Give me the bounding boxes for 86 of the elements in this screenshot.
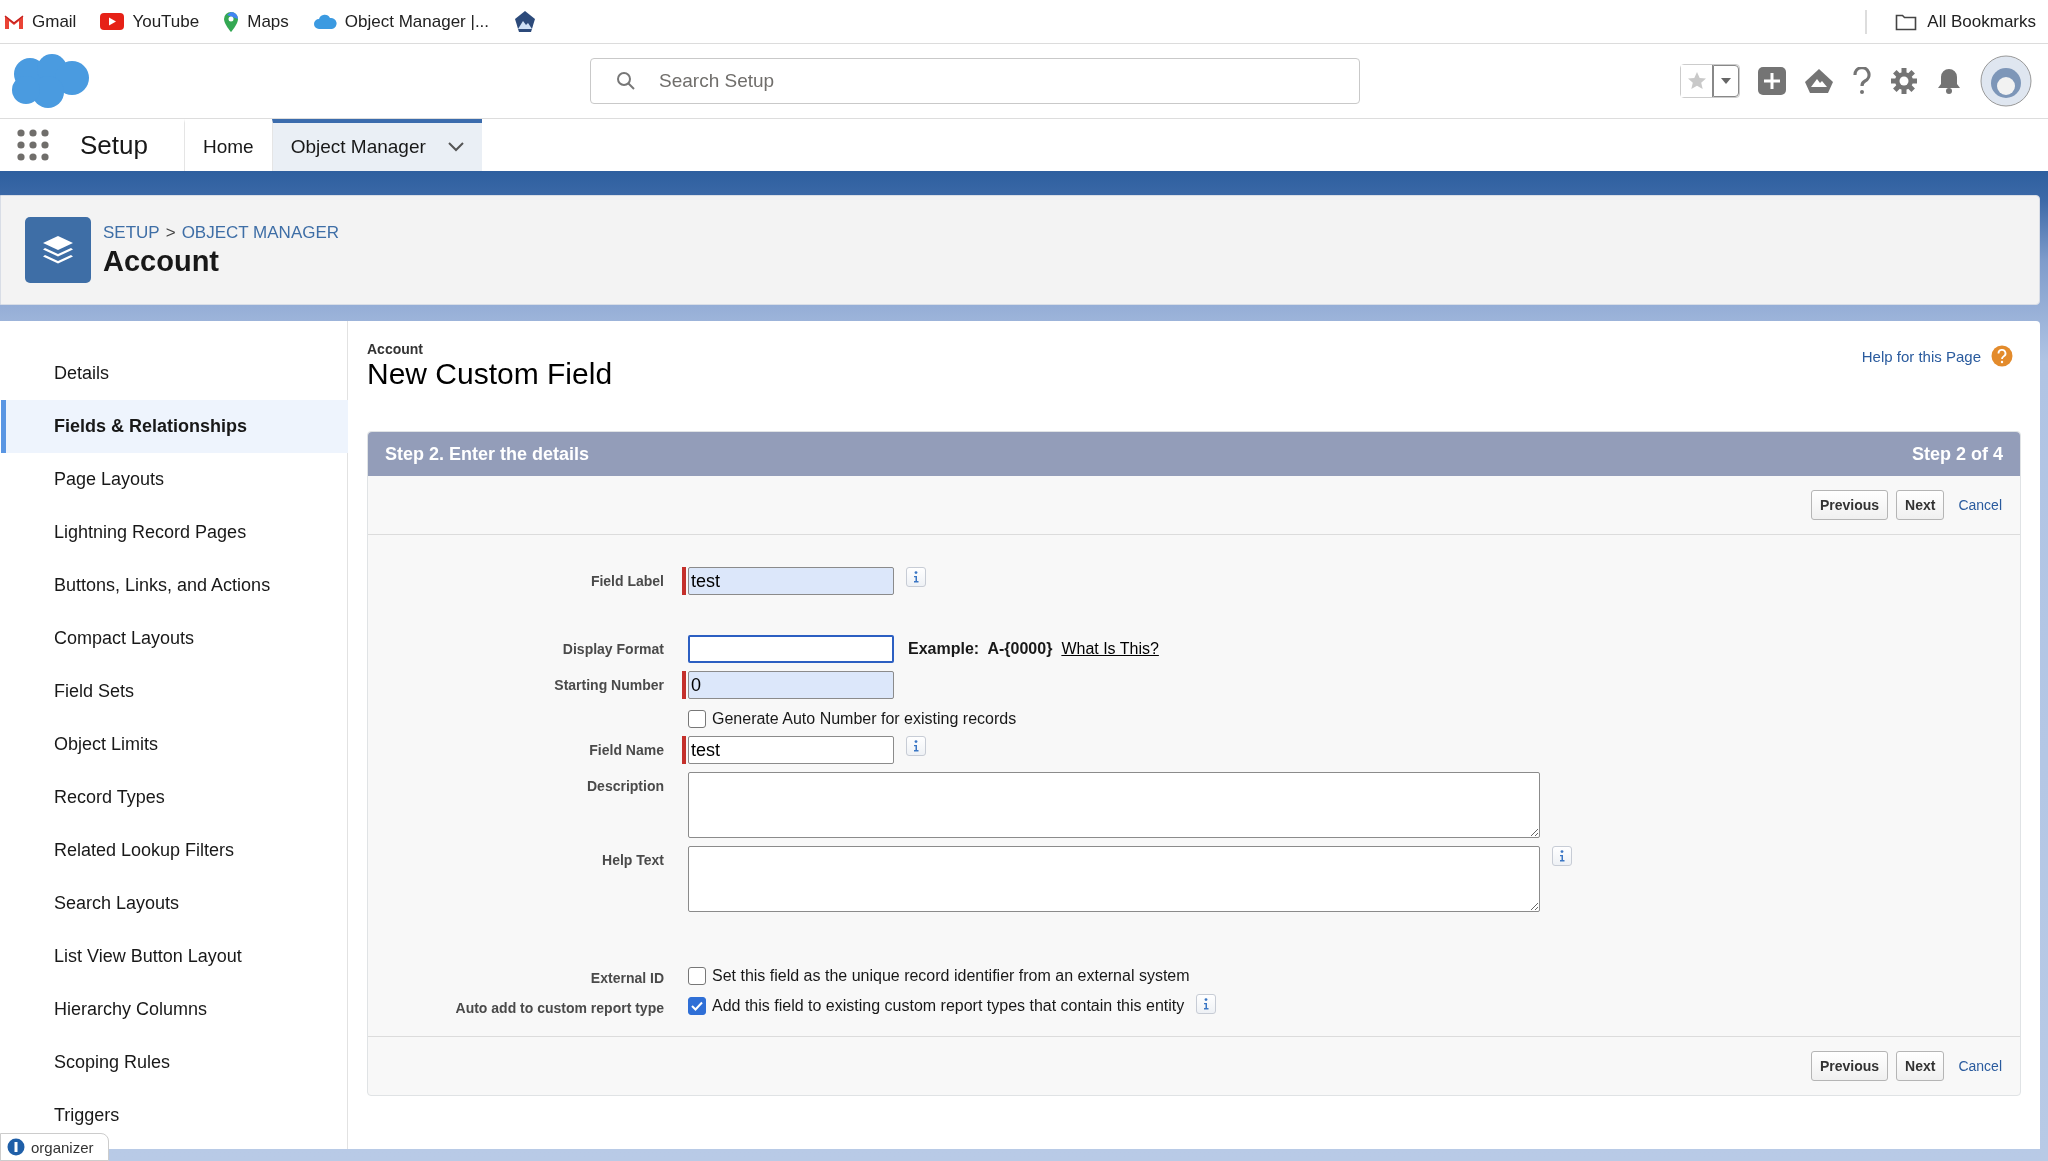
help-icon[interactable]: [1852, 67, 1872, 95]
bookmark-link[interactable]: Gmail: [4, 11, 77, 32]
search-field[interactable]: Search Setup: [590, 58, 1360, 104]
text-field[interactable]: test: [688, 567, 894, 595]
sidebar-item[interactable]: Object Limits: [1, 718, 348, 771]
help-icon[interactable]: [1991, 345, 2013, 367]
text-area[interactable]: [688, 846, 1540, 912]
sidebar-item[interactable]: Page Layouts: [1, 453, 348, 506]
sidebar-item[interactable]: Search Layouts: [1, 877, 348, 930]
favorite-button[interactable]: [1681, 65, 1713, 97]
field-label: Field Label: [589, 572, 665, 589]
checkbox-label: Set this field as the unique record identifier from an external system: [712, 967, 1190, 985]
info-icon[interactable]: [1196, 994, 1217, 1014]
field-label: Description: [586, 777, 665, 794]
info-icon[interactable]: [906, 736, 926, 756]
text-field[interactable]: [688, 635, 894, 663]
mountain-icon[interactable]: [1804, 68, 1834, 94]
cloud-icon: [312, 13, 337, 30]
text-field[interactable]: 0: [688, 671, 894, 699]
bookmark-link[interactable]: Maps: [223, 10, 289, 33]
info-icon[interactable]: [1552, 846, 1572, 866]
app-name: Setup: [79, 128, 149, 162]
organizer-tab[interactable]: organizer: [0, 1133, 109, 1161]
checkbox-label: Generate Auto Number for existing records: [712, 710, 1017, 728]
field-label: Display Format: [561, 640, 665, 657]
sidebar-item[interactable]: Related Lookup Filters: [1, 824, 348, 877]
nav-tab[interactable]: Object Manager: [271, 119, 482, 171]
cancel-link[interactable]: Cancel: [1958, 497, 2002, 513]
form-title: New Custom Field: [367, 357, 613, 391]
previous-button[interactable]: Previous: [1810, 1051, 1889, 1081]
field-label: External ID: [589, 969, 665, 986]
add-icon[interactable]: [1758, 67, 1786, 95]
text-area[interactable]: [688, 772, 1540, 838]
sidebar-item[interactable]: Record Types: [1, 771, 348, 824]
search-icon: [616, 71, 636, 91]
what-is-this-link[interactable]: What Is This?: [1061, 640, 1159, 658]
previous-button[interactable]: Previous: [1810, 490, 1889, 520]
bookmark-link[interactable]: Object Manager |...: [312, 11, 490, 32]
breadcrumb-link[interactable]: SETUP: [103, 222, 160, 243]
page-title: Account: [103, 244, 220, 278]
all-bookmarks-link[interactable]: All Bookmarks: [1895, 11, 2036, 32]
bookmark-link[interactable]: YouTube: [100, 11, 200, 32]
checkbox[interactable]: [688, 710, 706, 728]
chevron-icon: [447, 142, 464, 152]
organizer-icon: [7, 1138, 25, 1156]
field-label: Field Name: [588, 741, 665, 758]
checkbox[interactable]: [688, 967, 706, 985]
cancel-link[interactable]: Cancel: [1958, 1058, 2002, 1074]
sidebar-item[interactable]: Lightning Record Pages: [1, 506, 348, 559]
field-label: Help Text: [601, 851, 665, 868]
example-text: Example: A-{0000}: [908, 640, 1053, 658]
folder-icon: [1895, 12, 1918, 31]
sidebar-item[interactable]: Field Sets: [1, 665, 348, 718]
checkbox-label: Add this field to existing custom report types that contain this entity: [712, 997, 1185, 1015]
dropdown-button[interactable]: [1713, 65, 1739, 97]
sidebar-item[interactable]: Fields & Relationships: [1, 400, 348, 453]
sidebar-item[interactable]: Compact Layouts: [1, 612, 348, 665]
next-button[interactable]: Next: [1896, 1051, 1945, 1081]
sidebar-item[interactable]: Details: [1, 347, 348, 400]
mail-icon: [4, 13, 24, 30]
field-label: Starting Number: [553, 676, 665, 693]
step-title: Step 2. Enter the details: [385, 443, 590, 465]
text-field[interactable]: test: [688, 736, 894, 764]
sidebar-item[interactable]: Hierarchy Columns: [1, 983, 348, 1036]
breadcrumb-link[interactable]: OBJECT MANAGER: [181, 222, 340, 243]
next-button[interactable]: Next: [1896, 490, 1945, 520]
caret-icon: [1721, 78, 1731, 84]
help-link[interactable]: Help for this Page: [1861, 347, 1981, 365]
info-icon[interactable]: [906, 567, 926, 587]
mountain-icon: [513, 9, 538, 34]
bookmark-icon-link[interactable]: [513, 9, 538, 34]
avatar[interactable]: [1980, 55, 2032, 107]
star-icon: [1686, 71, 1707, 91]
bell-icon[interactable]: [1936, 67, 1962, 95]
checkbox[interactable]: [688, 997, 706, 1015]
sidebar-item[interactable]: List View Button Layout: [1, 930, 348, 983]
object-label: Account: [367, 341, 424, 357]
field-label: Auto add to custom report type: [454, 999, 665, 1016]
sidebar-item[interactable]: Scoping Rules: [1, 1036, 348, 1089]
breadcrumb-separator: >: [165, 222, 176, 243]
layers-icon: [25, 217, 91, 283]
map-pin-icon: [223, 10, 240, 33]
settings-icon[interactable]: [1890, 67, 1918, 95]
step-counter: Step 2 of 4: [1911, 443, 2003, 465]
sidebar-item[interactable]: Buttons, Links, and Actions: [1, 559, 348, 612]
play-icon: [100, 13, 125, 30]
